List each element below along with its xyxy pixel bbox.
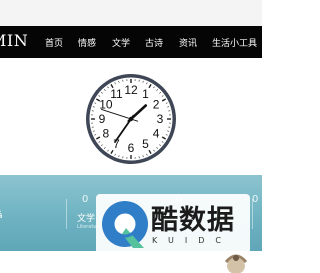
stat-value: 0 (82, 194, 89, 205)
site-brand[interactable]: MIN (0, 31, 28, 50)
nav-item-literature[interactable]: 文学 (112, 36, 130, 49)
clock-numeral: 2 (153, 98, 160, 112)
stat-divider (252, 199, 253, 229)
watermark-text: 酷数据 (151, 205, 235, 236)
decorative-figure-icon (224, 254, 248, 273)
clock-numeral: 6 (128, 141, 135, 155)
clock-numeral: 4 (153, 127, 160, 141)
nav-item-news[interactable]: 资讯 (179, 36, 197, 49)
nav-item-home[interactable]: 首页 (45, 36, 63, 49)
nav-item-emotion[interactable]: 情感 (78, 36, 96, 49)
top-band (0, 0, 262, 26)
clock-center-cap (128, 116, 134, 122)
stat-divider (66, 199, 67, 229)
site-navbar: MIN 首页 情感 文学 古诗 资讯 生活小工具 (0, 26, 262, 58)
clock-face: 12 1234567891011 (86, 74, 176, 164)
hero-edge-label: ǎ (0, 211, 3, 221)
nav-item-tools[interactable]: 生活小工具 (212, 36, 257, 49)
analog-clock: 12 1 2 3 4 5 6 7 8 9 10 11 (84, 72, 178, 166)
clock-numeral: 12 (124, 83, 138, 97)
nav-item-poetry[interactable]: 古诗 (145, 36, 163, 49)
clock-numeral: 9 (99, 112, 106, 126)
clock-numeral: 1 (142, 87, 149, 101)
clock-numeral: 3 (157, 112, 164, 126)
clock-numeral: 11 (110, 87, 123, 101)
clock-numeral: 8 (103, 127, 110, 141)
stat-label[interactable]: 文学 (77, 211, 95, 224)
clock-numeral: 5 (142, 137, 149, 151)
kuidc-logo-icon (102, 201, 148, 248)
